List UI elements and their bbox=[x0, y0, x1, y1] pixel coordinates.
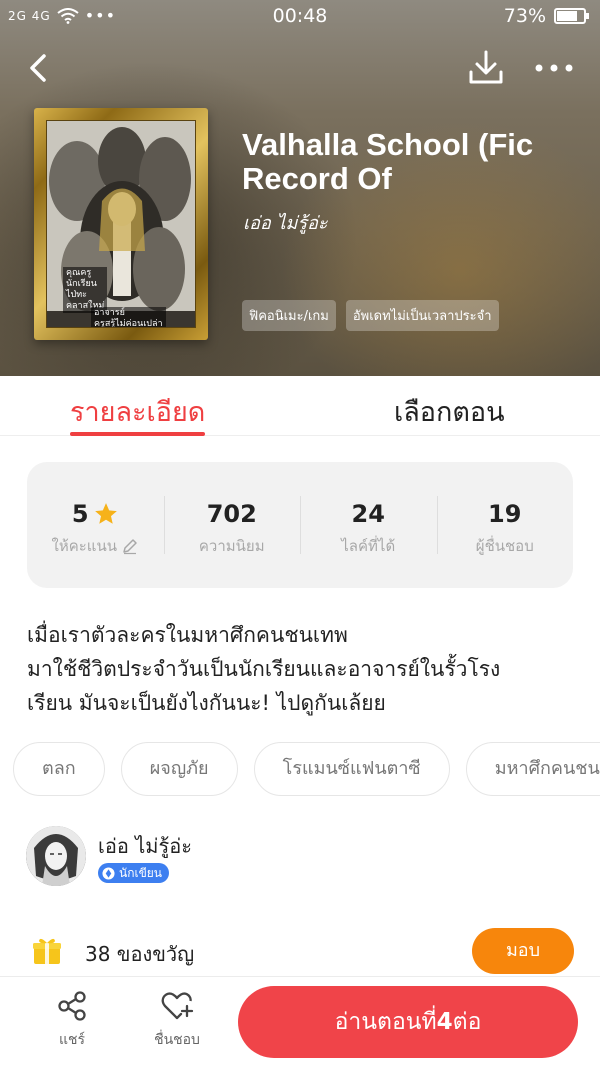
gift-count: 38 ของขวัญ bbox=[85, 942, 195, 966]
more-horizontal-icon bbox=[535, 64, 573, 72]
favorite-button[interactable]: ชื่นชอบ bbox=[137, 989, 217, 1051]
gift-icon bbox=[32, 936, 62, 966]
stat-popularity-label: ความนิยม bbox=[198, 537, 265, 555]
bottom-action-bar: แชร์ ชื่นชอบ อ่านตอนที่4ต่อ bbox=[0, 976, 600, 1067]
genre-chip[interactable]: ฟิคอนิเมะ/เกม bbox=[242, 300, 336, 331]
chevron-left-icon bbox=[30, 54, 46, 82]
stat-favorites-value: 19 bbox=[488, 500, 522, 528]
tag-chip[interactable]: ผจญภัย bbox=[120, 742, 238, 796]
book-title-line1: Valhalla School (Fic bbox=[242, 127, 534, 162]
writer-badge-label: นักเขียน bbox=[119, 866, 163, 880]
download-icon bbox=[469, 50, 503, 84]
read-prefix: อ่านตอนที่ bbox=[334, 1009, 437, 1035]
author-name[interactable]: เอ่อ ไม่รู้อ่ะ bbox=[98, 830, 192, 862]
avatar-illustration bbox=[26, 826, 86, 886]
tag-list: ตลก ผจญภัย โรแมนซ์แฟนตาซี มหาศึกคนชนเทพ bbox=[13, 742, 600, 798]
cover-caption-bottom: อาจารย์ ครูสรู้ไม่ค่อนเปล่า bbox=[91, 307, 166, 327]
more-options-button[interactable] bbox=[530, 50, 578, 86]
stat-likes-label: ไลค์ที่ได้ bbox=[341, 537, 396, 555]
stat-rating-value-row: 5 bbox=[27, 500, 164, 528]
battery-icon bbox=[554, 8, 589, 24]
synopsis-line: เรียน มันจะเป็นยังไงกันนะ! ไปดูกันเล้ยย bbox=[27, 691, 386, 715]
stat-popularity: 702 ความนิยม bbox=[163, 462, 301, 588]
share-icon bbox=[58, 991, 86, 1021]
tab-details[interactable]: รายละเอียด bbox=[70, 390, 206, 436]
stat-likes: 24 ไลค์ที่ได้ bbox=[300, 462, 437, 588]
continue-reading-button[interactable]: อ่านตอนที่4ต่อ bbox=[238, 986, 578, 1058]
genre-chip[interactable]: อัพเดทไม่เป็นเวลาประจำ bbox=[345, 300, 499, 331]
book-title: Valhalla School (Fic Record Of bbox=[242, 128, 592, 196]
header: 2G 4G ••• 00:48 73% คุณครู นักเรียน ไป่ท… bbox=[0, 0, 600, 376]
stat-rating-label-row: ให้คะแนน bbox=[27, 534, 164, 558]
tag-chip[interactable]: มหาศึกคนชนเทพ bbox=[465, 742, 600, 796]
header-author-name[interactable]: เอ่อ ไม่รู้อ่ะ bbox=[243, 208, 328, 237]
cover-artwork: คุณครู นักเรียน ไป่ทะ คลาสใหม่ อาจารย์ ครูสร… bbox=[46, 120, 196, 328]
tab-episodes[interactable]: เลือกตอน bbox=[394, 390, 505, 433]
favorite-label: ชื่นชอบ bbox=[154, 1032, 200, 1048]
stat-rating[interactable]: 5 ให้คะแนน bbox=[27, 462, 164, 588]
share-label: แชร์ bbox=[58, 1032, 86, 1048]
star-icon bbox=[94, 503, 117, 524]
battery-indicator: 73% bbox=[503, 5, 589, 27]
tab-bar: รายละเอียด เลือกตอน bbox=[0, 376, 600, 436]
pen-nib-icon bbox=[102, 866, 115, 880]
stat-favorites: 19 ผู้ชื่นชอบ bbox=[436, 462, 574, 588]
status-bar: 2G 4G ••• 00:48 73% bbox=[0, 0, 600, 34]
author-avatar[interactable] bbox=[26, 826, 86, 886]
stat-popularity-value: 702 bbox=[206, 500, 257, 528]
tag-chip[interactable]: ตลก bbox=[13, 742, 105, 796]
stat-likes-value: 24 bbox=[351, 500, 385, 528]
heart-plus-icon bbox=[161, 992, 194, 1020]
tag-chip[interactable]: โรแมนซ์แฟนตาซี bbox=[253, 742, 450, 796]
stat-rating-label: ให้คะแนน bbox=[51, 537, 117, 555]
writer-badge: นักเขียน bbox=[98, 863, 170, 883]
share-button[interactable]: แชร์ bbox=[32, 989, 112, 1051]
read-suffix: ต่อ bbox=[452, 1009, 482, 1035]
synopsis-line: มาใช้ชีวิตประจำวันเป็นนักเรียนและอาจารย์… bbox=[27, 657, 501, 681]
book-title-line2: Record Of bbox=[242, 161, 392, 196]
battery-percent: 73% bbox=[503, 5, 546, 27]
read-episode-number: 4 bbox=[436, 1009, 453, 1035]
pencil-icon bbox=[123, 539, 137, 555]
give-gift-button[interactable]: มอบ bbox=[472, 928, 574, 974]
stat-favorites-label: ผู้ชื่นชอบ bbox=[475, 537, 534, 555]
download-button[interactable] bbox=[462, 46, 510, 90]
stats-panel: 5 ให้คะแนน 702 ความนิยม 24 ไลค์ที่ได้ 19… bbox=[27, 462, 573, 588]
synopsis: เมื่อเราตัวละครในมหาศึกคนชนเทพ มาใช้ชีวิ… bbox=[27, 618, 579, 720]
genre-list: ฟิคอนิเมะ/เกม อัพเดทไม่เป็นเวลาประจำ bbox=[242, 300, 499, 331]
stat-rating-value: 5 bbox=[71, 500, 89, 528]
synopsis-line: เมื่อเราตัวละครในมหาศึกคนชนเทพ bbox=[27, 623, 348, 647]
cover-image: คุณครู นักเรียน ไป่ทะ คลาสใหม่ อาจารย์ ครูสร… bbox=[34, 108, 208, 340]
back-button[interactable] bbox=[20, 48, 60, 88]
